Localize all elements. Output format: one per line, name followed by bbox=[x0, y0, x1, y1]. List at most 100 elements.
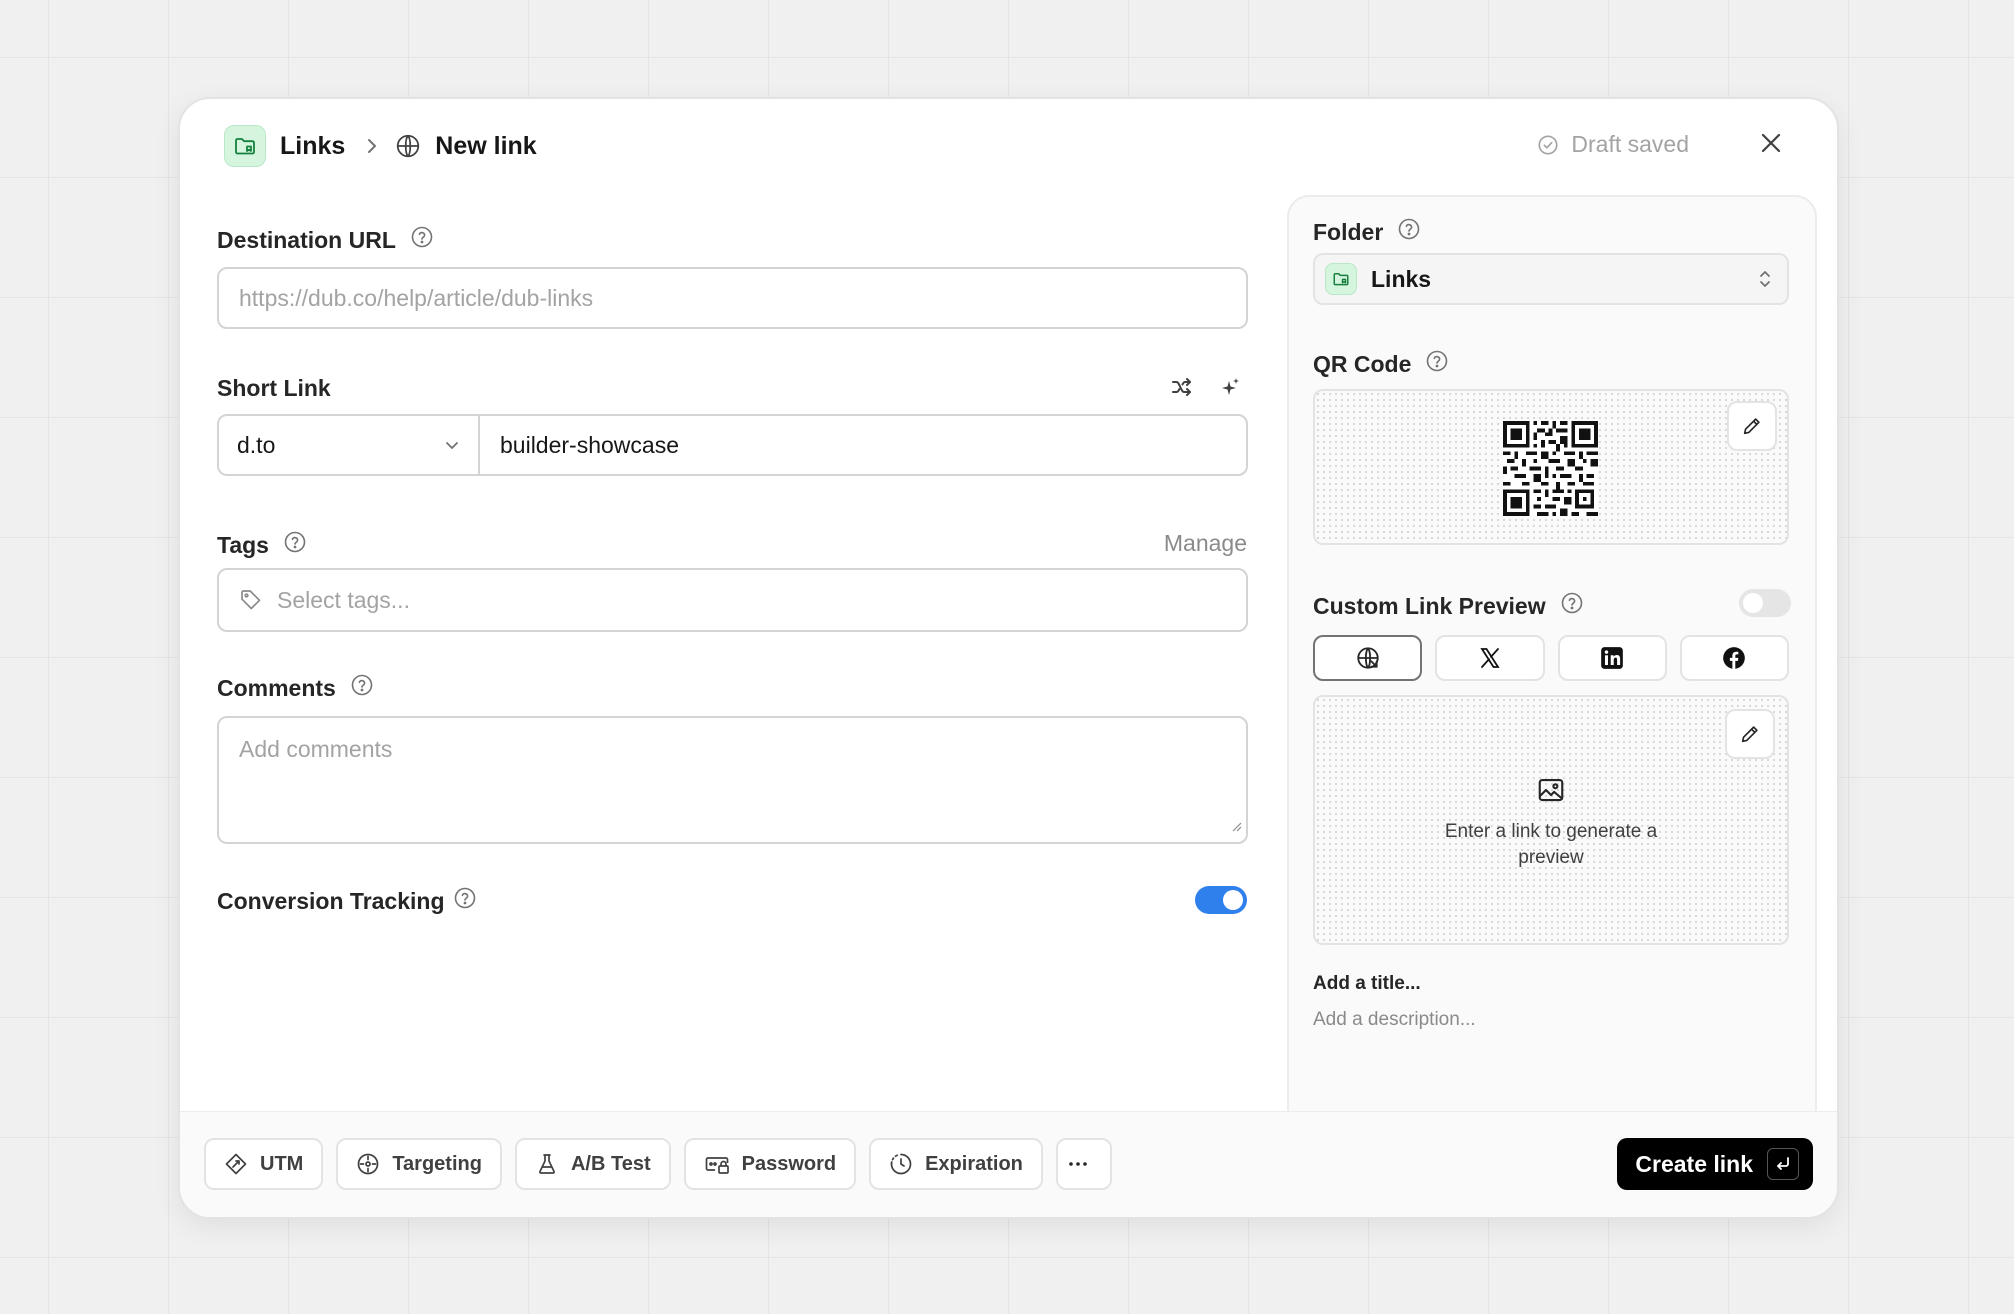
help-icon[interactable] bbox=[453, 886, 477, 916]
preview-empty-text: Enter a link to generate a preview bbox=[1444, 821, 1658, 868]
globe-icon bbox=[395, 133, 421, 159]
image-icon bbox=[1538, 778, 1564, 802]
conversion-tracking-label-text: Conversion Tracking bbox=[217, 887, 445, 914]
more-options-button[interactable] bbox=[1055, 1138, 1112, 1190]
tags-label: Tags bbox=[217, 530, 307, 560]
resize-grip-icon[interactable] bbox=[1230, 811, 1242, 838]
ab-test-button[interactable]: A/B Test bbox=[514, 1138, 671, 1190]
help-icon[interactable] bbox=[410, 225, 434, 255]
sparkle-icon[interactable] bbox=[1218, 375, 1242, 404]
modal-footer: UTM Targeting A/B Test Password Expirati… bbox=[180, 1111, 1837, 1217]
targeting-button-label: Targeting bbox=[392, 1152, 482, 1175]
target-icon bbox=[357, 1153, 379, 1175]
destination-url-input[interactable]: https://dub.co/help/article/dub-links bbox=[217, 267, 1248, 329]
qr-code-label: QR Code bbox=[1313, 349, 1449, 379]
create-link-button[interactable]: Create link bbox=[1617, 1138, 1813, 1190]
tab-x-preview[interactable] bbox=[1435, 635, 1545, 681]
tag-icon bbox=[241, 590, 261, 610]
x-icon bbox=[1480, 648, 1500, 668]
close-icon bbox=[1761, 133, 1781, 153]
expiration-button[interactable]: Expiration bbox=[869, 1138, 1043, 1190]
breadcrumb-folder-link[interactable]: Links bbox=[280, 132, 345, 161]
short-link-actions bbox=[1170, 375, 1242, 404]
link-preview-card[interactable]: Enter a link to generate a preview bbox=[1313, 695, 1789, 945]
edit-qr-button[interactable] bbox=[1727, 401, 1777, 451]
side-panel: Folder Links QR Code Custom Link Preview… bbox=[1287, 195, 1817, 1195]
pencil-icon bbox=[1741, 726, 1758, 743]
page-title: New link bbox=[435, 131, 537, 160]
password-button[interactable]: Password bbox=[683, 1138, 857, 1190]
new-link-modal: Links New link Draft saved Destination U… bbox=[178, 97, 1839, 1219]
qr-code-preview[interactable] bbox=[1313, 389, 1789, 545]
tab-linkedin-preview[interactable] bbox=[1557, 635, 1667, 681]
folder-link-icon bbox=[224, 125, 266, 167]
create-link-label: Create link bbox=[1635, 1150, 1753, 1177]
shuffle-icon[interactable] bbox=[1170, 375, 1194, 404]
qr-code-image bbox=[1503, 421, 1598, 516]
utm-button[interactable]: UTM bbox=[204, 1138, 324, 1190]
tags-select[interactable]: Select tags... bbox=[217, 568, 1248, 632]
short-link-slug-input[interactable]: builder-showcase bbox=[478, 414, 1248, 476]
more-horizontal-icon bbox=[1069, 1162, 1087, 1166]
expiration-button-label: Expiration bbox=[925, 1152, 1023, 1175]
short-link-label-text: Short Link bbox=[217, 375, 331, 401]
custom-preview-label-text: Custom Link Preview bbox=[1313, 592, 1546, 619]
destination-url-placeholder: https://dub.co/help/article/dub-links bbox=[239, 284, 594, 311]
footer-option-buttons: UTM Targeting A/B Test Password Expirati… bbox=[204, 1138, 1112, 1190]
help-icon[interactable] bbox=[350, 673, 374, 703]
help-icon[interactable] bbox=[1397, 217, 1421, 247]
targeting-button[interactable]: Targeting bbox=[336, 1138, 502, 1190]
domain-select[interactable]: d.to bbox=[217, 414, 479, 476]
preview-description-input[interactable]: Add a description... bbox=[1313, 1009, 1476, 1031]
chevron-right-icon bbox=[365, 137, 379, 155]
help-icon[interactable] bbox=[1425, 349, 1449, 379]
comments-placeholder: Add comments bbox=[239, 736, 393, 762]
linkedin-icon bbox=[1601, 647, 1623, 669]
tags-label-text: Tags bbox=[217, 531, 269, 558]
folder-label-text: Folder bbox=[1313, 218, 1384, 245]
flask-icon bbox=[539, 1154, 555, 1174]
folder-link-icon bbox=[1325, 263, 1357, 295]
comments-label: Comments bbox=[217, 673, 374, 703]
draft-status: Draft saved bbox=[1537, 131, 1689, 158]
facebook-icon bbox=[1723, 647, 1746, 669]
folder-select-value: Links bbox=[1371, 265, 1432, 292]
destination-url-label: Destination URL bbox=[217, 225, 434, 255]
breadcrumb: Links New link bbox=[224, 125, 537, 167]
qr-code-label-text: QR Code bbox=[1313, 350, 1412, 377]
clock-icon bbox=[890, 1153, 912, 1175]
conversion-tracking-label: Conversion Tracking bbox=[217, 886, 477, 916]
destination-url-label-text: Destination URL bbox=[217, 226, 396, 253]
preview-empty-state: Enter a link to generate a preview bbox=[1315, 775, 1787, 871]
draft-status-text: Draft saved bbox=[1571, 131, 1689, 157]
utm-button-label: UTM bbox=[260, 1152, 304, 1175]
tab-default-preview[interactable] bbox=[1313, 635, 1423, 681]
close-button[interactable] bbox=[1757, 129, 1785, 157]
preview-platform-tabs bbox=[1313, 635, 1789, 681]
comments-label-text: Comments bbox=[217, 674, 336, 701]
manage-tags-link[interactable]: Manage bbox=[1164, 530, 1247, 557]
custom-preview-label: Custom Link Preview bbox=[1313, 591, 1584, 621]
edit-preview-button[interactable] bbox=[1725, 709, 1775, 759]
check-circle-icon bbox=[1538, 134, 1558, 155]
chevron-up-down-icon bbox=[1760, 271, 1770, 287]
help-icon[interactable] bbox=[1560, 591, 1584, 621]
short-link-label: Short Link bbox=[217, 375, 331, 402]
preview-title-input[interactable]: Add a title... bbox=[1313, 973, 1421, 995]
ab-test-button-label: A/B Test bbox=[570, 1152, 651, 1175]
password-button-label: Password bbox=[741, 1152, 837, 1175]
domain-value: d.to bbox=[237, 431, 276, 458]
comments-textarea[interactable]: Add comments bbox=[217, 716, 1248, 844]
globe-icon bbox=[1356, 647, 1379, 669]
short-link-slug-value: builder-showcase bbox=[500, 431, 679, 458]
custom-preview-toggle[interactable] bbox=[1739, 589, 1791, 617]
folder-label: Folder bbox=[1313, 217, 1421, 247]
diamond-icon bbox=[225, 1153, 247, 1175]
tab-facebook-preview[interactable] bbox=[1679, 635, 1789, 681]
conversion-tracking-toggle[interactable] bbox=[1195, 886, 1247, 914]
enter-key-icon bbox=[1767, 1148, 1799, 1180]
pencil-icon bbox=[1743, 418, 1760, 435]
help-icon[interactable] bbox=[283, 530, 307, 560]
chevron-down-icon bbox=[446, 442, 458, 449]
folder-select[interactable]: Links bbox=[1313, 253, 1789, 305]
